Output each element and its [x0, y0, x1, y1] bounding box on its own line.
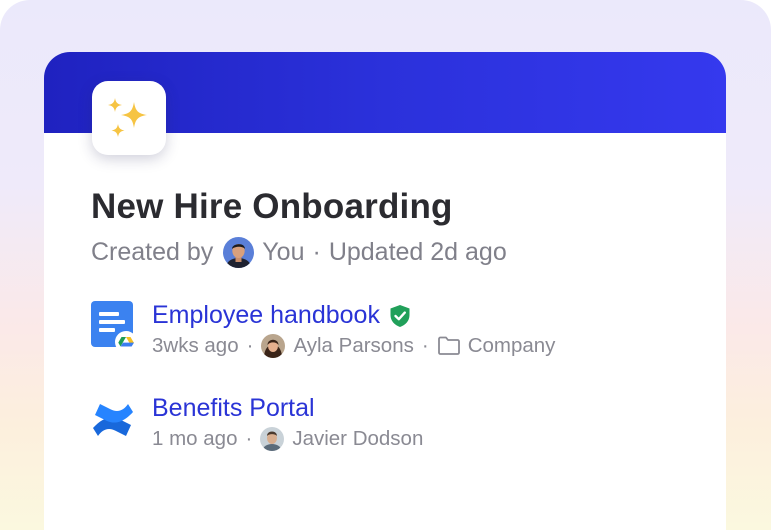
- item-author[interactable]: Ayla Parsons: [293, 334, 413, 358]
- creator-name[interactable]: You: [262, 238, 304, 267]
- meta-separator: ·: [246, 334, 254, 357]
- item-title-text[interactable]: Benefits Portal: [152, 394, 315, 423]
- item-location[interactable]: Company: [468, 334, 556, 358]
- card-title: New Hire Onboarding: [91, 187, 453, 226]
- item-meta: 1 mo ago · Javier Dodson: [152, 427, 423, 451]
- creator-avatar[interactable]: [223, 237, 255, 268]
- folder-icon: [437, 336, 461, 356]
- page-background: New Hire Onboarding Created by You · Upd…: [0, 0, 771, 530]
- item-age: 1 mo ago: [152, 427, 238, 450]
- verified-icon: [389, 304, 411, 328]
- item-title[interactable]: Employee handbook: [152, 301, 411, 330]
- author-avatar[interactable]: [260, 427, 285, 451]
- item-author[interactable]: Javier Dodson: [292, 427, 423, 451]
- item-age: 3wks ago: [152, 334, 239, 357]
- collection-card: New Hire Onboarding Created by You · Upd…: [44, 52, 726, 530]
- updated-time: Updated 2d ago: [328, 238, 507, 266]
- item-title[interactable]: Benefits Portal: [152, 394, 315, 423]
- card-meta: Created by You · Updated 2d ago: [91, 237, 507, 268]
- meta-separator: ·: [245, 427, 253, 450]
- confluence-icon: [91, 398, 135, 447]
- sparkles-icon: [92, 81, 166, 155]
- list-item-employee-handbook[interactable]: Employee handbook 3wks ago · Ayla Parson…: [91, 301, 691, 361]
- item-meta: 3wks ago · Ayla Parsons · Company: [152, 334, 555, 358]
- list-item-benefits-portal[interactable]: Benefits Portal 1 mo ago · Javier Dodson: [91, 394, 691, 454]
- item-title-text[interactable]: Employee handbook: [152, 301, 380, 330]
- author-avatar[interactable]: [261, 334, 286, 358]
- meta-separator: ·: [312, 238, 321, 266]
- google-docs-icon: [91, 301, 141, 356]
- created-by-label: Created by: [91, 238, 214, 266]
- meta-separator: ·: [421, 334, 429, 357]
